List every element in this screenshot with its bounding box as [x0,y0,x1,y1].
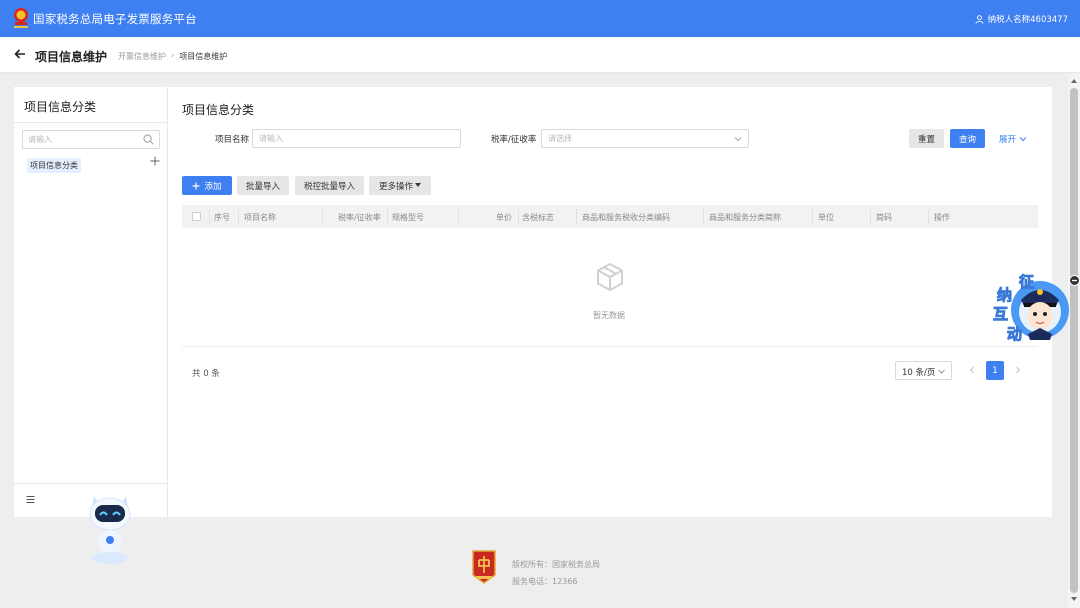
page-header: 项目信息维护 开票信息维护 › 项目信息维护 [0,37,1080,73]
collapse-menu-icon[interactable] [26,495,35,504]
user-icon [975,14,984,24]
column-divider [812,209,813,224]
copyright-text: 版权所有：国家税务总局 [512,560,600,569]
content-title: 项目信息分类 [182,103,255,117]
scroll-up-icon[interactable] [1071,79,1077,83]
sidebar-search [22,130,160,149]
badge-char: 互 [993,305,1008,323]
user-menu[interactable]: 纳税人名称4603477 [975,13,1068,25]
more-actions-button[interactable]: 更多操作 [369,176,431,195]
tax-rate-label: 税率/征收率 [491,135,537,145]
plus-icon [192,182,200,189]
column-header: 商品和服务税收分类编码 [582,213,670,222]
column-header: 操作 [934,213,950,222]
scroll-down-icon[interactable] [1071,597,1077,601]
page-number-current[interactable]: 1 [986,361,1004,380]
column-divider [518,209,519,224]
breadcrumb-current: 项目信息维护 [179,52,228,61]
badge-char: 动 [1007,325,1022,343]
sidebar-title: 项目信息分类 [24,100,97,114]
column-divider [238,209,239,224]
tax-control-import-button[interactable]: 税控批量导入 [295,176,364,195]
breadcrumb: 开票信息维护 › 项目信息维护 [118,51,227,62]
page-title: 项目信息维护 [35,50,108,64]
column-header: 商品和服务分类简称 [709,213,781,222]
tax-rate-select[interactable] [541,129,749,148]
service-interaction-badge[interactable]: 征 纳 互 动 [990,270,1070,345]
expand-label: 展开 [998,134,1016,145]
caret-down-icon [415,183,421,187]
chevron-down-icon [938,369,945,374]
main-card: 项目信息分类 项目信息分类 项目信息分类 项目名称 税率/征收率 重置 查询 [14,87,1052,517]
assistant-robot-icon[interactable] [86,490,134,566]
column-header: 含税标志 [522,213,554,222]
divider [14,483,168,484]
project-name-label: 项目名称 [215,135,250,145]
column-divider [928,209,929,224]
scrollbar-thumb[interactable] [1070,88,1078,593]
project-name-input[interactable] [253,130,440,147]
empty-box-icon [597,262,623,292]
column-divider [387,209,388,224]
sidebar-search-input[interactable] [23,131,133,148]
tax-bureau-emblem-icon [472,550,496,584]
column-divider [458,209,459,224]
next-page-icon[interactable] [1014,364,1022,376]
tax-rate-input[interactable] [542,130,728,147]
table-header: 序号 项目名称 税率/征收率 规格型号 单价 含税标志 商品和服务税收分类编码 … [182,205,1038,228]
more-actions-label: 更多操作 [378,181,413,192]
minus-icon [1072,279,1077,282]
column-divider [870,209,871,224]
add-button[interactable]: 添加 [182,176,232,195]
add-button-label: 添加 [204,181,222,192]
prev-page-icon[interactable] [968,364,976,376]
column-header: 单位 [818,213,834,222]
tree-item-category[interactable]: 项目信息分类 [27,158,81,173]
column-header: 序号 [214,213,230,222]
column-divider [703,209,704,224]
category-sidebar: 项目信息分类 项目信息分类 [14,87,168,517]
tax-emblem-icon [14,8,28,28]
footer-info: 版权所有：国家税务总局 服务电话：12366 [512,556,600,590]
column-header: 项目名称 [244,213,276,222]
page-size-value: 10 条/页 [902,368,936,378]
search-icon[interactable] [143,134,154,145]
floating-handle-icon[interactable] [1069,275,1080,286]
query-button[interactable]: 查询 [950,129,985,148]
top-bar: 国家税务总局电子发票服务平台 纳税人名称4603477 [0,0,1080,37]
page-size-select[interactable]: 10 条/页 [895,361,952,380]
column-header: 单价 [496,213,512,222]
column-divider [322,209,323,224]
divider [182,346,1038,347]
app-title: 国家税务总局电子发票服务平台 [33,12,197,26]
expand-button[interactable]: 展开 [996,129,1030,148]
column-divider [576,209,577,224]
empty-state-text: 暂无数据 [593,311,625,320]
add-category-icon[interactable] [150,156,160,166]
badge-char: 纳 [997,286,1012,304]
breadcrumb-item[interactable]: 开票信息维护 [118,51,166,62]
column-header: 规格型号 [392,213,424,222]
divider [14,122,168,123]
total-count: 共 0 条 [192,369,220,379]
service-phone-text: 服务电话：12366 [512,577,578,586]
chevron-down-icon [734,137,742,142]
batch-import-button[interactable]: 批量导入 [237,176,289,195]
column-divider [209,209,210,224]
column-header: 税率/征收率 [338,213,381,222]
back-arrow-icon[interactable] [14,49,26,59]
breadcrumb-separator: › [171,51,175,60]
user-name: 纳税人名称4603477 [987,15,1068,25]
badge-char: 征 [1019,273,1034,291]
chevron-down-icon [1019,136,1027,141]
reset-button[interactable]: 重置 [909,129,944,148]
select-all-checkbox[interactable] [192,212,201,221]
project-name-field [252,129,461,148]
column-header: 简码 [876,213,892,222]
